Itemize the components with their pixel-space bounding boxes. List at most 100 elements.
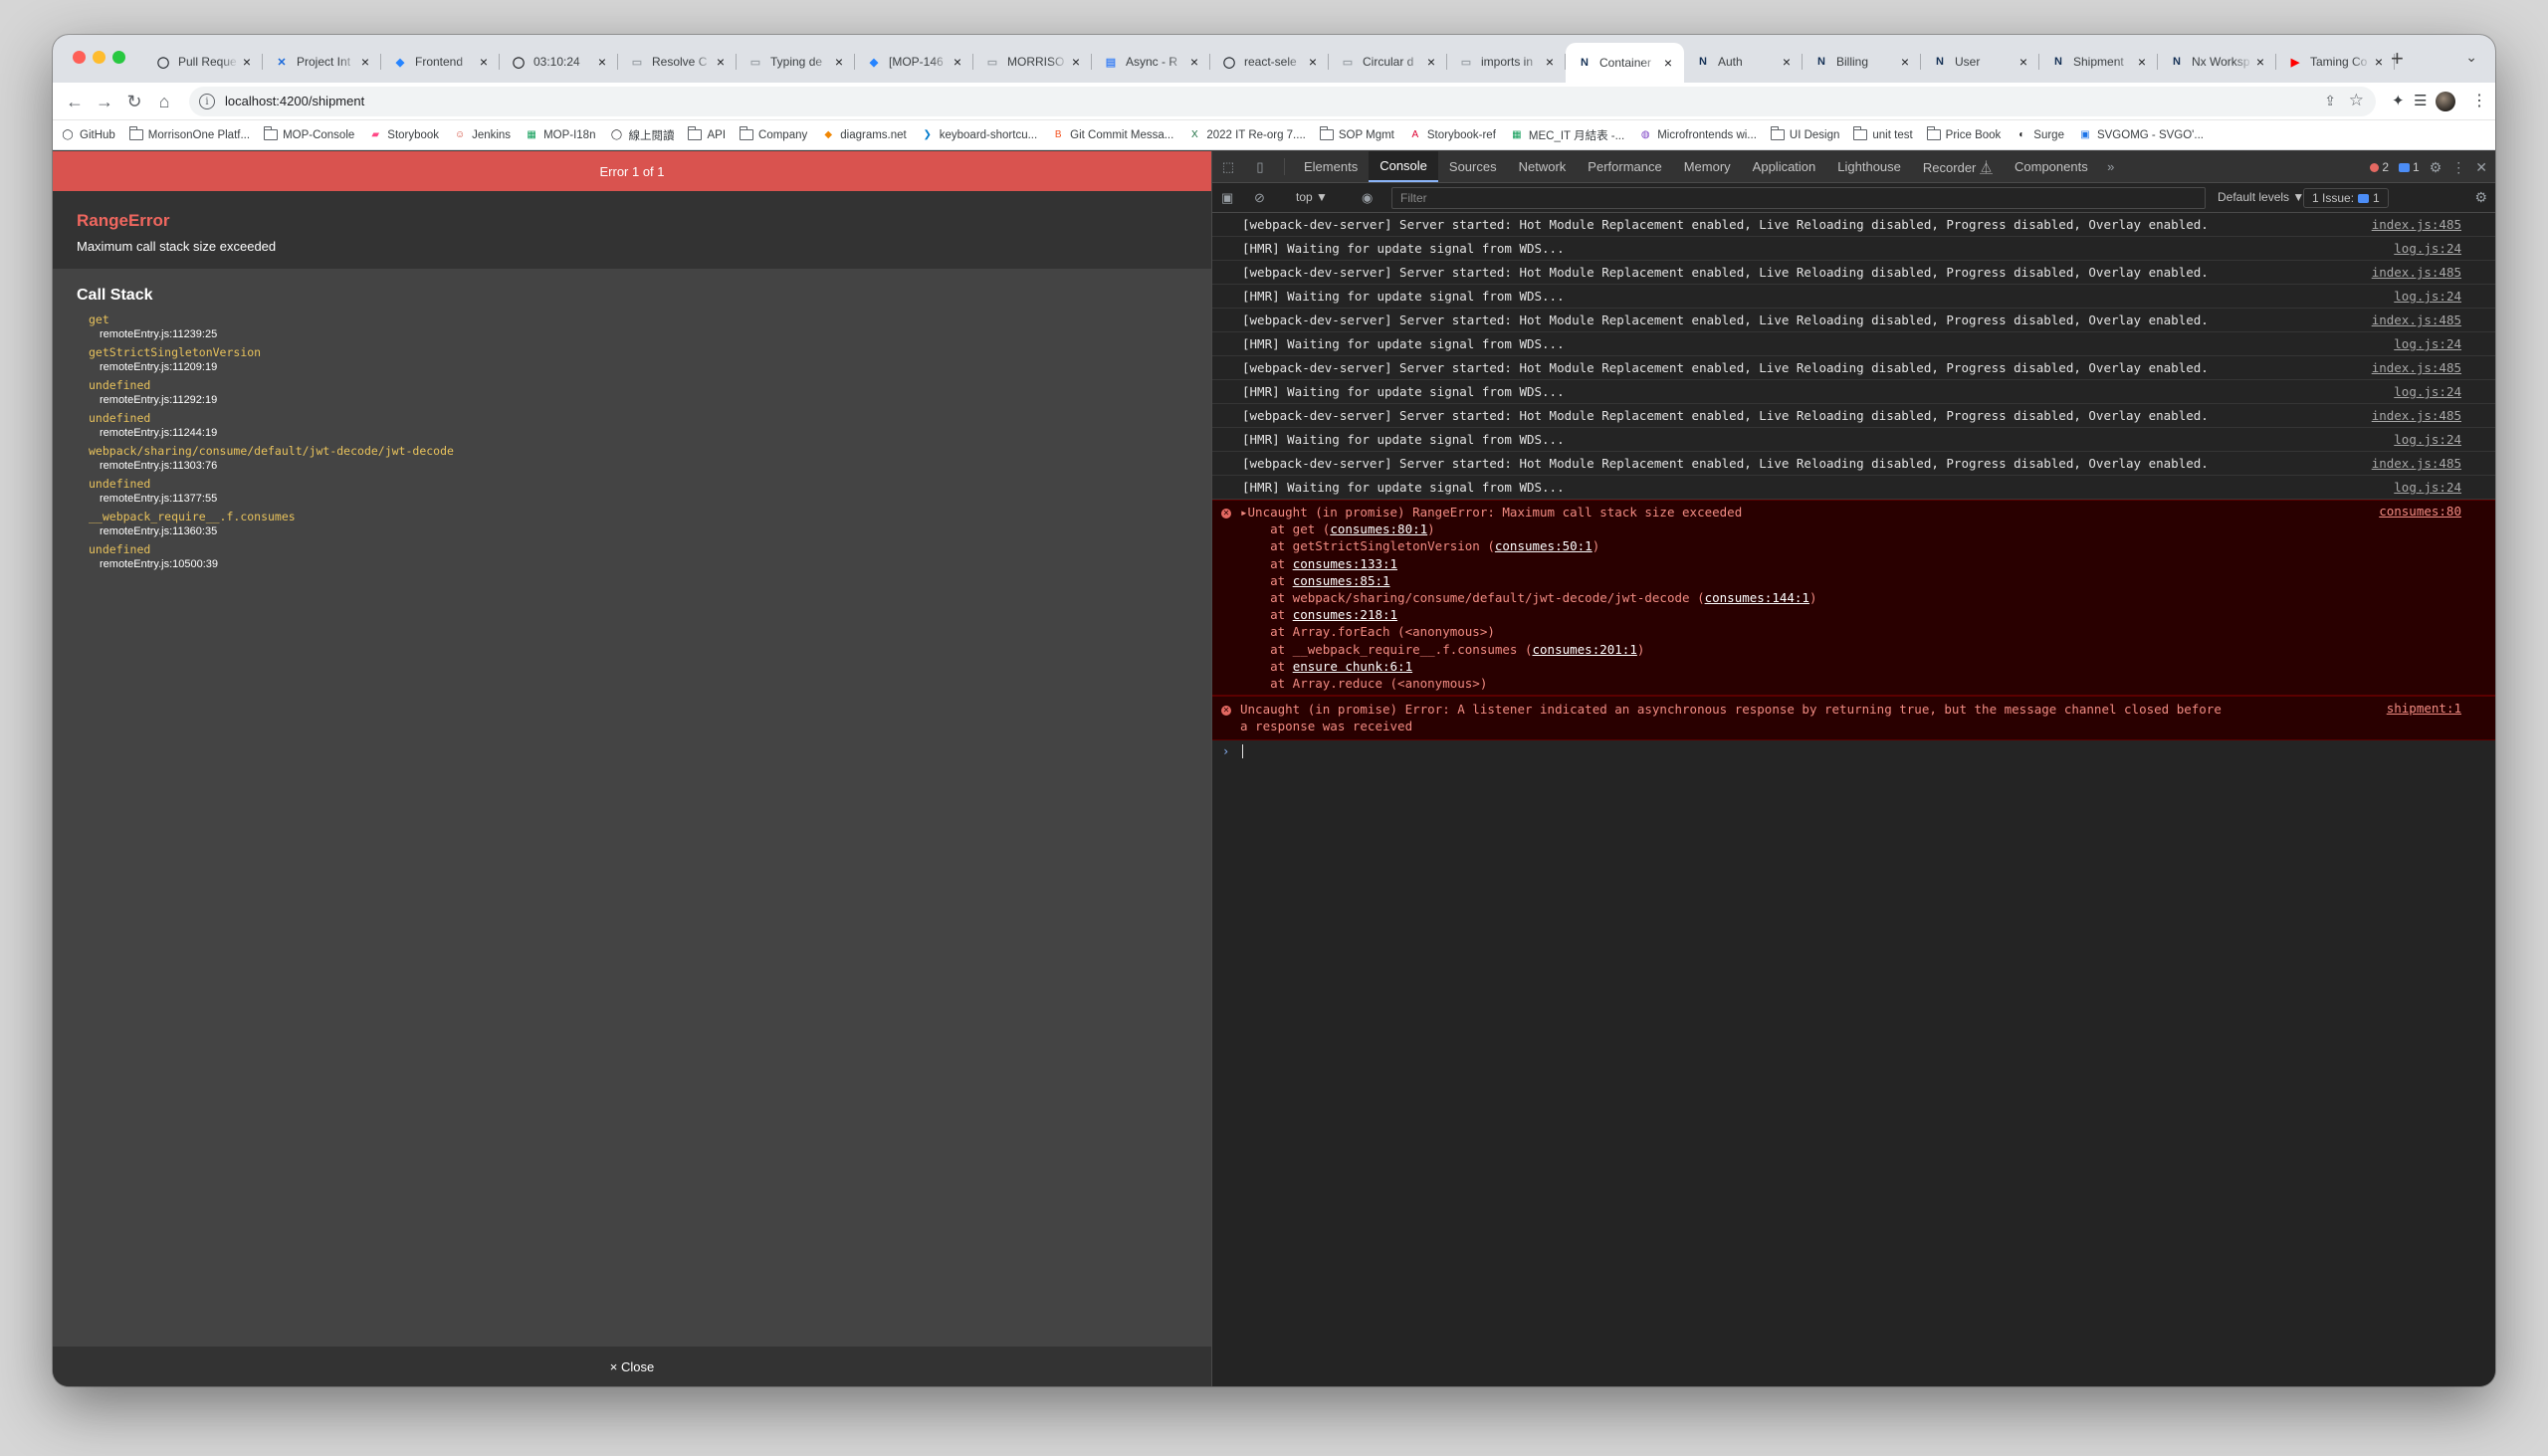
tab-project-int[interactable]: ✕ Project Int × xyxy=(263,45,381,79)
log-source-link[interactable]: log.js:24 xyxy=(2394,285,2461,309)
devtools-tab-application[interactable]: Application xyxy=(1742,151,1827,182)
browser-menu-icon[interactable]: ⋮ xyxy=(2471,91,2487,110)
tab-03-10-24[interactable]: ◯ 03:10:24 × xyxy=(500,45,618,79)
stack-source-link[interactable]: consumes:218:1 xyxy=(1293,607,1397,622)
extensions-puzzle-icon[interactable]: ✦ xyxy=(2392,92,2405,109)
devtools-tab-console[interactable]: Console xyxy=(1369,151,1438,182)
bookmark-item[interactable]: ◯ 線上閱讀 xyxy=(609,127,675,143)
stack-frame[interactable]: undefined remoteEntry.js:11377:55 xyxy=(89,477,1187,507)
bookmark-item[interactable]: A Storybook-ref xyxy=(1408,129,1496,141)
tab-taming-co[interactable]: ▶ Taming Co × xyxy=(2276,45,2395,79)
close-tab-icon[interactable]: × xyxy=(594,54,610,70)
bookmark-item[interactable]: SOP Mgmt xyxy=(1319,126,1394,141)
bookmark-item[interactable]: UI Design xyxy=(1770,126,1839,141)
devtools-tab-memory[interactable]: Memory xyxy=(1673,151,1742,182)
back-arrow-icon[interactable]: ← xyxy=(63,90,87,113)
message-count-badge[interactable]: 1 xyxy=(2399,160,2420,174)
log-source-link[interactable]: log.js:24 xyxy=(2394,237,2461,261)
error-source-link[interactable]: shipment:1 xyxy=(2387,701,2461,716)
tab-shipment[interactable]: N Shipment × xyxy=(2039,45,2158,79)
log-source-link[interactable]: index.js:485 xyxy=(2372,452,2461,476)
close-devtools-icon[interactable]: ✕ xyxy=(2475,159,2487,176)
device-toolbar-icon[interactable]: ▯ xyxy=(1244,151,1276,182)
tab-typing-de[interactable]: ▭ Typing de × xyxy=(737,45,855,79)
close-tab-icon[interactable]: × xyxy=(1660,55,1676,71)
share-icon[interactable]: ⇪ xyxy=(2324,93,2336,109)
close-tab-icon[interactable]: × xyxy=(1068,54,1084,70)
error-count-badge[interactable]: 2 xyxy=(2370,160,2389,174)
bookmark-item[interactable]: ▦ MEC_IT 月結表 -... xyxy=(1510,127,1624,143)
log-source-link[interactable]: log.js:24 xyxy=(2394,332,2461,356)
stack-frame[interactable]: undefined remoteEntry.js:11292:19 xyxy=(89,378,1187,408)
tab-search-chevron-icon[interactable]: ⌄ xyxy=(2465,49,2477,66)
devtools-tab-recorder[interactable]: Recorder ⏅ xyxy=(1912,151,2004,182)
bookmark-item[interactable]: ◆ diagrams.net xyxy=(821,129,906,141)
bookmark-item[interactable]: ☺ Jenkins xyxy=(453,129,511,141)
stack-source-link[interactable]: consumes:144:1 xyxy=(1705,590,1809,605)
inspect-element-icon[interactable]: ⬚ xyxy=(1212,151,1244,182)
site-info-icon[interactable]: i xyxy=(199,94,215,109)
stack-source-link[interactable]: consumes:50:1 xyxy=(1495,538,1592,553)
devtools-tab-performance[interactable]: Performance xyxy=(1577,151,1672,182)
bookmark-item[interactable]: ▦ MOP-I18n xyxy=(525,129,595,141)
error-headline[interactable]: ▸Uncaught (in promise) RangeError: Maxim… xyxy=(1240,504,2461,520)
log-source-link[interactable]: index.js:485 xyxy=(2372,261,2461,285)
log-source-link[interactable]: index.js:485 xyxy=(2372,356,2461,380)
tab-pull-reque[interactable]: ◯ Pull Reque × xyxy=(144,45,263,79)
close-tab-icon[interactable]: × xyxy=(1542,54,1558,70)
bookmark-item[interactable]: ▰ Storybook xyxy=(368,129,439,141)
tab-circular-d[interactable]: ▭ Circular d × xyxy=(1329,45,1447,79)
clear-console-icon[interactable]: ⊘ xyxy=(1254,190,1265,206)
devtools-menu-icon[interactable]: ⋮ xyxy=(2451,159,2465,176)
close-tab-icon[interactable]: × xyxy=(950,54,965,70)
error-source-link[interactable]: consumes:80 xyxy=(2379,504,2461,519)
close-overlay-button[interactable]: × Close xyxy=(53,1347,1211,1386)
close-tab-icon[interactable]: × xyxy=(2252,54,2268,70)
bookmark-item[interactable]: ◐ Surge xyxy=(2015,129,2064,141)
live-expression-eye-icon[interactable]: ◉ xyxy=(1362,190,1373,206)
console-settings-gear-icon[interactable]: ⚙ xyxy=(2474,189,2487,206)
bookmark-item[interactable]: MOP-Console xyxy=(264,126,354,141)
address-bar[interactable]: i localhost:4200/shipment ⇪ ☆ xyxy=(189,87,2376,116)
tab-user[interactable]: N User × xyxy=(1921,45,2039,79)
devtools-tab-components[interactable]: Components xyxy=(2004,151,2099,182)
bookmark-item[interactable]: unit test xyxy=(1853,126,1913,141)
log-source-link[interactable]: log.js:24 xyxy=(2394,428,2461,452)
tab-resolve-c[interactable]: ▭ Resolve C × xyxy=(618,45,737,79)
stack-source-link[interactable]: consumes:85:1 xyxy=(1293,573,1390,588)
stack-source-link[interactable]: ensure chunk:6:1 xyxy=(1293,659,1412,674)
tab-morriso[interactable]: ▭ MORRISO × xyxy=(973,45,1092,79)
bookmark-item[interactable]: Price Book xyxy=(1926,126,2001,141)
bookmark-item[interactable]: B Git Commit Messa... xyxy=(1051,129,1174,141)
log-source-link[interactable]: log.js:24 xyxy=(2394,380,2461,404)
stack-source-link[interactable]: consumes:201:1 xyxy=(1533,642,1637,657)
home-icon[interactable]: ⌂ xyxy=(152,90,176,113)
tab-react-sele[interactable]: ◯ react-sele × xyxy=(1210,45,1329,79)
devtools-tab-sources[interactable]: Sources xyxy=(1438,151,1508,182)
close-tab-icon[interactable]: × xyxy=(1423,54,1439,70)
tab-nx-worksp[interactable]: N Nx Worksp × xyxy=(2158,45,2276,79)
settings-gear-icon[interactable]: ⚙ xyxy=(2430,159,2442,176)
stack-frame[interactable]: __webpack_require__.f.consumes remoteEntr… xyxy=(89,510,1187,539)
close-tab-icon[interactable]: × xyxy=(476,54,492,70)
stack-frame[interactable]: undefined remoteEntry.js:11244:19 xyxy=(89,411,1187,441)
tab-mop-146[interactable]: ◆ [MOP-146 × xyxy=(855,45,973,79)
devtools-tab-elements[interactable]: Elements xyxy=(1293,151,1369,182)
close-tab-icon[interactable]: × xyxy=(2016,54,2031,70)
bookmark-item[interactable]: ◯ GitHub xyxy=(61,129,114,141)
minimize-window-button[interactable] xyxy=(93,51,106,64)
tab-auth[interactable]: N Auth × xyxy=(1684,45,1803,79)
stack-frame[interactable]: get remoteEntry.js:11239:25 xyxy=(89,312,1187,342)
bookmark-item[interactable]: ▣ SVGOMG - SVGO'... xyxy=(2078,129,2204,141)
close-tab-icon[interactable]: × xyxy=(357,54,373,70)
bookmark-item[interactable]: API xyxy=(688,126,726,141)
stack-frame[interactable]: getStrictSingletonVersion remoteEntry.js:… xyxy=(89,345,1187,375)
new-tab-button[interactable]: + xyxy=(2391,48,2404,70)
tab-billing[interactable]: N Billing × xyxy=(1803,45,1921,79)
log-source-link[interactable]: index.js:485 xyxy=(2372,213,2461,237)
close-tab-icon[interactable]: × xyxy=(2371,54,2387,70)
forward-arrow-icon[interactable]: → xyxy=(93,90,116,113)
devtools-tab-network[interactable]: Network xyxy=(1508,151,1578,182)
console-error-range[interactable]: ✕ consumes:80 ▸Uncaught (in promise) Ran… xyxy=(1212,500,2495,697)
close-tab-icon[interactable]: × xyxy=(1305,54,1321,70)
